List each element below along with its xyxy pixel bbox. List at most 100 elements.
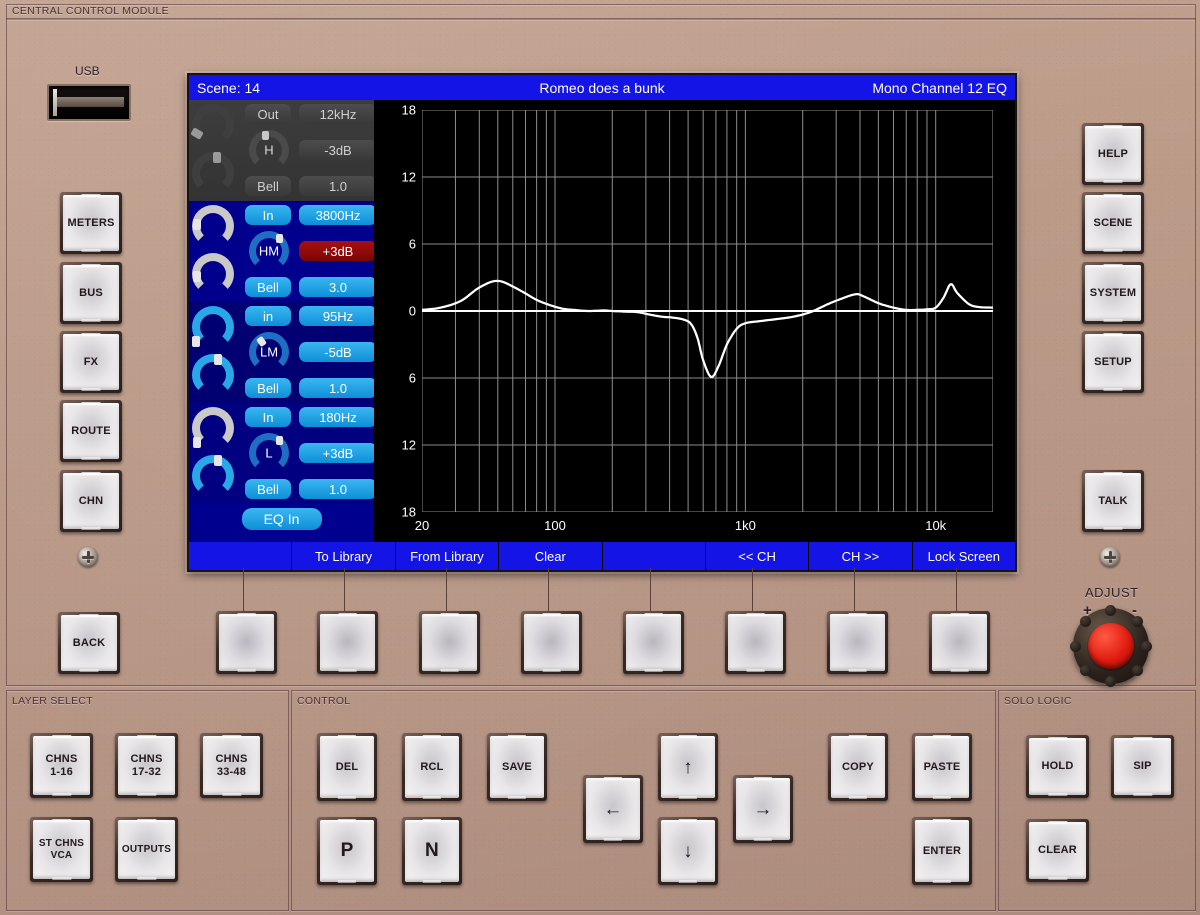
soft-key-connector [548, 568, 549, 613]
nav-button-system[interactable]: SYSTEM [1082, 262, 1144, 324]
arrow-left-glyph: ← [603, 798, 623, 820]
eq-low-freq-knob[interactable] [192, 407, 234, 449]
eq-band-hm-values: 3800Hz +3dB 3.0 [299, 203, 377, 302]
encoder-lobe [1105, 605, 1116, 616]
eq-low-gain-value[interactable]: +3dB [299, 443, 377, 463]
eq-low-in-out-button[interactable]: In [245, 407, 291, 427]
nav-button-fx-label: FX [63, 334, 119, 390]
soft-key-label-7[interactable]: CH >> [809, 542, 913, 570]
eq-low-q-knob[interactable] [192, 455, 234, 497]
nav-button-route[interactable]: ROUTE [60, 400, 122, 462]
layer-button-chns-1-16[interactable]: CHNS 1-16 [30, 733, 93, 798]
eq-lm-frequency-value[interactable]: 95Hz [299, 306, 377, 326]
eq-band-high-mid: Out H Bell [241, 102, 299, 201]
talk-button[interactable]: TALK [1082, 470, 1144, 532]
soft-key-button-3[interactable] [419, 611, 480, 674]
soft-key-label-4[interactable]: Clear [499, 542, 603, 570]
soft-key-label-6[interactable]: << CH [705, 542, 810, 570]
eq-high-in-out-button[interactable]: Out [245, 104, 291, 124]
soft-key-button-1[interactable] [216, 611, 277, 674]
soft-key-label-5[interactable] [602, 542, 706, 570]
eq-hm-gain-knob[interactable]: HM [249, 231, 289, 271]
eq-high-q-value[interactable]: 1.0 [299, 176, 377, 196]
eq-lm-in-out-button[interactable]: in [245, 306, 291, 326]
nav-button-meters[interactable]: METERS [60, 192, 122, 254]
eq-high-q-knob[interactable] [192, 152, 234, 194]
eq-in-button[interactable]: EQ In [241, 508, 322, 530]
layer-select-title: LAYER SELECT [12, 695, 94, 707]
eq-band-low-mid: in LM Bell 95Hz -5dB 1.0 [189, 302, 377, 403]
eq-high-frequency-value[interactable]: 12kHz [299, 104, 377, 124]
eq-high-gain-value[interactable]: -3dB [299, 140, 377, 160]
layer-button-st-chns-vca[interactable]: ST CHNS VCA [30, 817, 93, 882]
back-button[interactable]: BACK [58, 612, 120, 674]
eq-lm-q-value[interactable]: 1.0 [299, 378, 377, 398]
solo-button-hold[interactable]: HOLD [1026, 735, 1089, 798]
eq-low-shape-button[interactable]: Bell [245, 479, 291, 499]
control-button-copy[interactable]: COPY [828, 733, 888, 801]
arrow-button-left[interactable]: ← [583, 775, 643, 843]
eq-lm-gain-value[interactable]: -5dB [299, 342, 377, 362]
eq-band-lm-values: 95Hz -5dB 1.0 [299, 304, 377, 403]
arrow-button-down[interactable]: ↓ [658, 817, 718, 885]
soft-key-button-2[interactable] [317, 611, 378, 674]
solo-button-clear[interactable]: CLEAR [1026, 819, 1089, 882]
nav-button-route-label: ROUTE [63, 403, 119, 459]
arrow-button-up[interactable]: ↑ [658, 733, 718, 801]
layer-button-chns-17-32[interactable]: CHNS 17-32 [115, 733, 178, 798]
eq-hm-q-knob[interactable] [192, 253, 234, 295]
control-button-n[interactable]: N [402, 817, 462, 885]
adjust-encoder-knob[interactable] [1070, 605, 1152, 687]
soft-key-label-1[interactable] [189, 542, 293, 570]
layer-button-outputs[interactable]: OUTPUTS [115, 817, 178, 882]
soft-key-button-4[interactable] [521, 611, 582, 674]
layer-button-chns-33-48[interactable]: CHNS 33-48 [200, 733, 263, 798]
control-button-p[interactable]: P [317, 817, 377, 885]
soft-key-button-5[interactable] [623, 611, 684, 674]
soft-key-button-8[interactable] [929, 611, 990, 674]
arrow-button-right[interactable]: → [733, 775, 793, 843]
soft-key-label-8[interactable]: Lock Screen [912, 542, 1015, 570]
control-button-del[interactable]: DEL [317, 733, 377, 801]
eq-low-q-value[interactable]: 1.0 [299, 479, 377, 499]
soft-key-button-6[interactable] [725, 611, 786, 674]
soft-key-button-7[interactable] [827, 611, 888, 674]
arrow-down-glyph: ↓ [683, 840, 693, 862]
adjust-encoder-cap[interactable] [1088, 623, 1134, 669]
soft-key-button-2-cap [320, 614, 375, 671]
soft-key-label-2[interactable]: To Library [292, 542, 396, 570]
nav-button-scene[interactable]: SCENE [1082, 192, 1144, 254]
control-button-save[interactable]: SAVE [487, 733, 547, 801]
nav-button-system-label: SYSTEM [1085, 265, 1141, 321]
nav-button-chn[interactable]: CHN [60, 470, 122, 532]
eq-hm-gain-value[interactable]: +3dB [299, 241, 377, 261]
eq-low-frequency-value[interactable]: 180Hz [299, 407, 377, 427]
eq-lm-shape-button[interactable]: Bell [245, 378, 291, 398]
eq-hm-q-value[interactable]: 3.0 [299, 277, 377, 297]
lcd-screen[interactable]: Scene: 14 Romeo does a bunk Mono Channel… [187, 73, 1017, 572]
eq-low-gain-knob[interactable]: L [249, 433, 289, 473]
nav-button-setup[interactable]: SETUP [1082, 331, 1144, 393]
control-button-rcl[interactable]: RCL [402, 733, 462, 801]
eq-hm-frequency-value[interactable]: 3800Hz [299, 205, 377, 225]
eq-high-freq-knob[interactable] [190, 104, 234, 146]
nav-button-fx[interactable]: FX [60, 331, 122, 393]
eq-hm-in-out-button[interactable]: In [245, 205, 291, 225]
eq-lm-q-knob[interactable] [192, 354, 234, 396]
control-button-paste[interactable]: PASTE [912, 733, 972, 801]
usb-port[interactable] [47, 84, 131, 121]
eq-lm-gain-knob[interactable]: LM [249, 332, 289, 372]
eq-lm-freq-knob[interactable] [192, 306, 234, 348]
eq-hm-freq-knob[interactable] [192, 205, 234, 247]
nav-button-bus[interactable]: BUS [60, 262, 122, 324]
soft-key-button-3-cap [422, 614, 477, 671]
eq-high-gain-knob[interactable]: H [249, 130, 289, 170]
eq-high-shape-button[interactable]: Bell [245, 176, 291, 196]
solo-button-sip[interactable]: SIP [1111, 735, 1174, 798]
eq-hm-shape-button[interactable]: Bell [245, 277, 291, 297]
encoder-lobe [1132, 665, 1143, 676]
soft-key-label-3[interactable]: From Library [395, 542, 500, 570]
talk-button-label: TALK [1085, 473, 1141, 529]
control-button-enter[interactable]: ENTER [912, 817, 972, 885]
nav-button-help[interactable]: HELP [1082, 123, 1144, 185]
